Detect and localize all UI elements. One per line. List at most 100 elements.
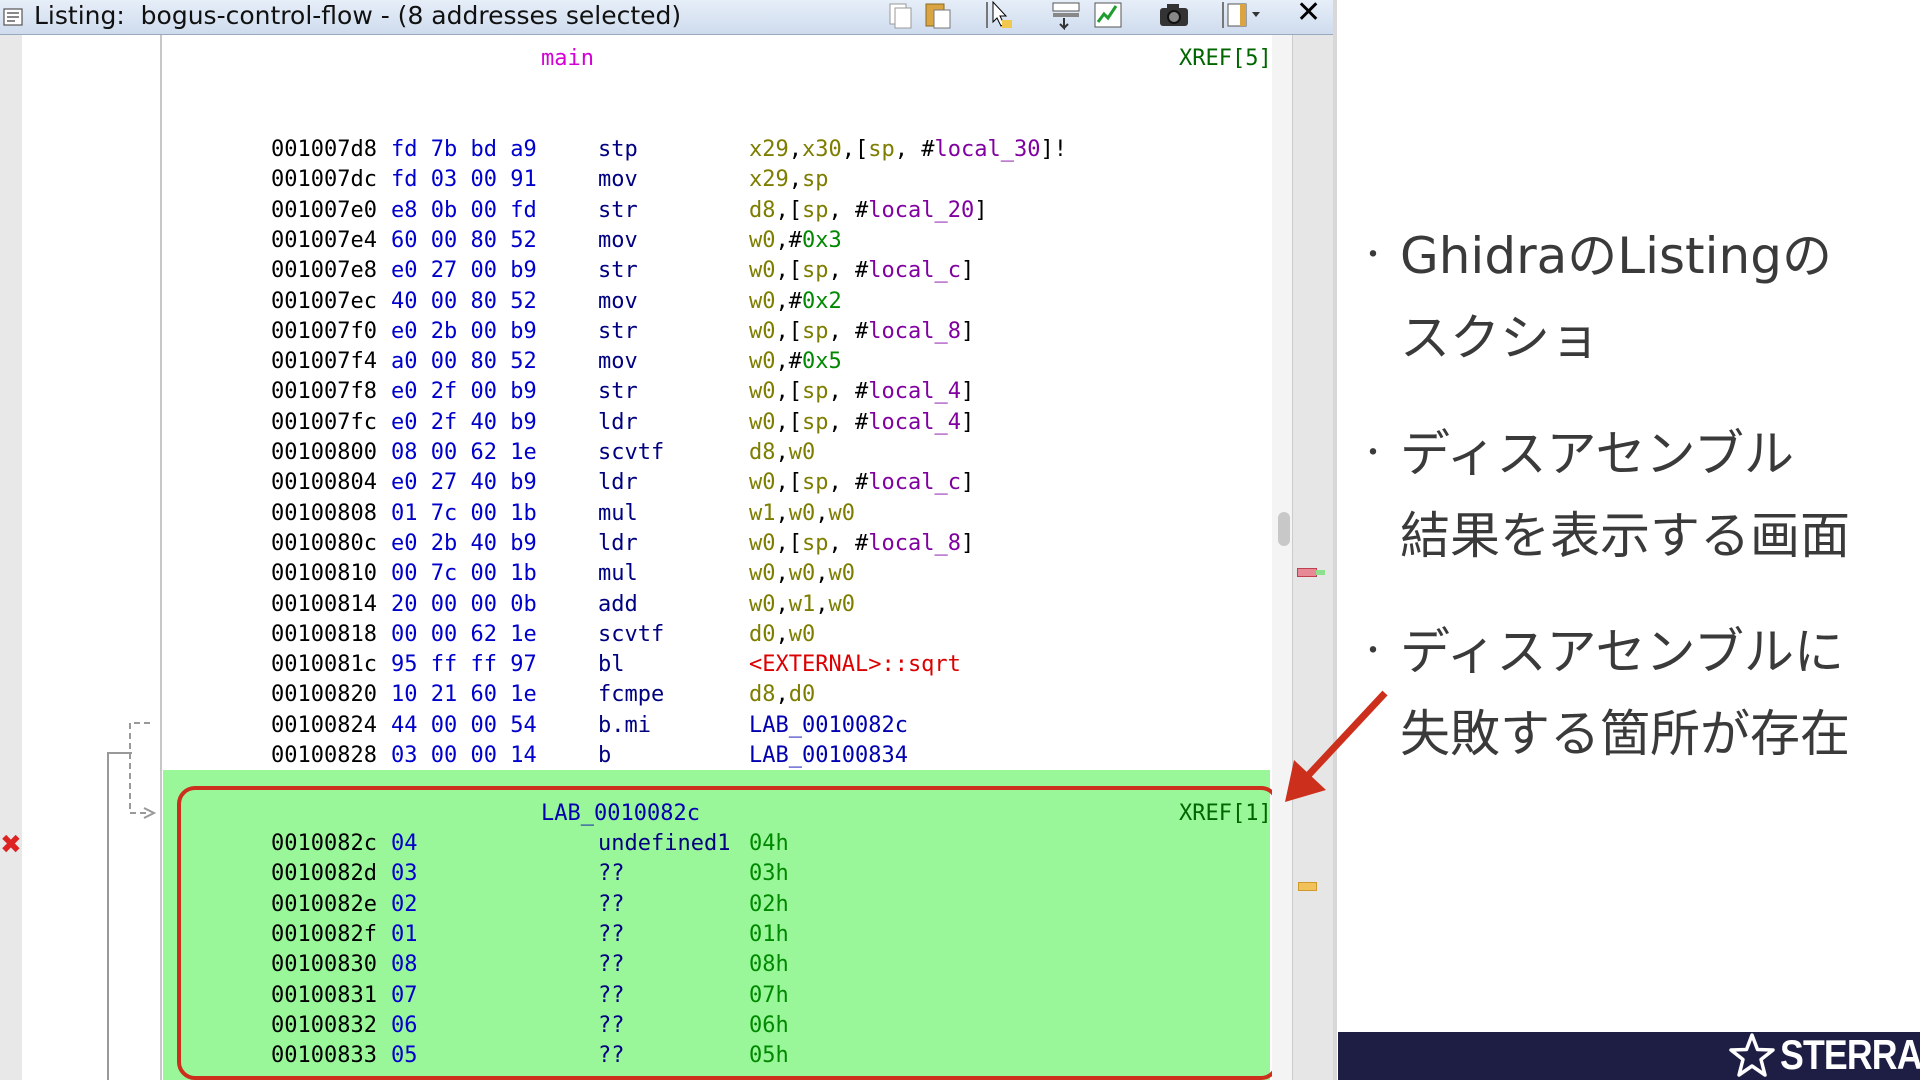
- row-bytes[interactable]: e8 0b 00 fd: [391, 196, 537, 226]
- row-mnemonic[interactable]: mov: [598, 347, 638, 377]
- row-mnemonic[interactable]: bl: [598, 650, 625, 680]
- row-bytes[interactable]: 60 00 80 52: [391, 226, 537, 256]
- diff-check-icon[interactable]: [1092, 0, 1126, 30]
- row-bytes[interactable]: 08: [391, 950, 418, 980]
- row-mnemonic[interactable]: str: [598, 196, 638, 226]
- row-address[interactable]: 001007e4: [271, 226, 377, 256]
- row-mnemonic[interactable]: ??: [598, 950, 625, 980]
- view-options-menu-icon[interactable]: [1222, 0, 1270, 30]
- row-operands[interactable]: w0,#0x3: [749, 226, 842, 256]
- row-operands[interactable]: w0,#0x5: [749, 347, 842, 377]
- row-operands[interactable]: LAB_00100834: [749, 741, 908, 771]
- row-bytes[interactable]: 44 00 00 54: [391, 711, 537, 741]
- row-address[interactable]: 0010082d: [271, 859, 377, 889]
- row-operands[interactable]: w0,[sp, #local_4]: [749, 377, 974, 407]
- row-operands[interactable]: w0,[sp, #local_c]: [749, 468, 974, 498]
- row-bytes[interactable]: 08 00 62 1e: [391, 438, 537, 468]
- row-mnemonic[interactable]: mul: [598, 559, 638, 589]
- row-operands[interactable]: d8,[sp, #local_20]: [749, 196, 987, 226]
- row-mnemonic[interactable]: ??: [598, 859, 625, 889]
- row-address[interactable]: 0010081c: [271, 650, 377, 680]
- camera-icon[interactable]: [1157, 0, 1191, 30]
- row-bytes[interactable]: e0 27 00 b9: [391, 256, 537, 286]
- row-operands[interactable]: w0,[sp, #local_c]: [749, 256, 974, 286]
- row-operands[interactable]: w0,[sp, #local_8]: [749, 317, 974, 347]
- row-mnemonic[interactable]: mov: [598, 165, 638, 195]
- row-mnemonic[interactable]: add: [598, 590, 638, 620]
- row-address[interactable]: 00100800: [271, 438, 377, 468]
- row-bytes[interactable]: e0 2b 00 b9: [391, 317, 537, 347]
- row-mnemonic[interactable]: b.mi: [598, 711, 651, 741]
- row-address[interactable]: 001007e0: [271, 196, 377, 226]
- overview-bar[interactable]: [1292, 35, 1333, 1080]
- row-address[interactable]: 001007e8: [271, 256, 377, 286]
- row-mnemonic[interactable]: ??: [598, 1041, 625, 1071]
- block-xref[interactable]: XREF[1]: [1179, 799, 1272, 829]
- row-bytes[interactable]: fd 03 00 91: [391, 165, 537, 195]
- row-operands[interactable]: 02h: [749, 890, 789, 920]
- row-mnemonic[interactable]: mov: [598, 287, 638, 317]
- row-address[interactable]: 00100818: [271, 620, 377, 650]
- row-address[interactable]: 00100808: [271, 499, 377, 529]
- row-operands[interactable]: w0,#0x2: [749, 287, 842, 317]
- row-operands[interactable]: 03h: [749, 859, 789, 889]
- row-address[interactable]: 00100833: [271, 1041, 377, 1071]
- row-bytes[interactable]: 06: [391, 1011, 418, 1041]
- block-label[interactable]: LAB_0010082c: [541, 799, 700, 829]
- row-operands[interactable]: 01h: [749, 920, 789, 950]
- row-bytes[interactable]: 07: [391, 981, 418, 1011]
- row-bytes[interactable]: e0 2f 40 b9: [391, 408, 537, 438]
- row-address[interactable]: 001007d8: [271, 135, 377, 165]
- row-mnemonic[interactable]: stp: [598, 135, 638, 165]
- row-bytes[interactable]: 20 00 00 0b: [391, 590, 537, 620]
- row-mnemonic[interactable]: ??: [598, 920, 625, 950]
- overview-marker-cursor[interactable]: [1316, 570, 1325, 575]
- row-bytes[interactable]: 95 ff ff 97: [391, 650, 537, 680]
- row-operands[interactable]: w1,w0,w0: [749, 499, 855, 529]
- row-bytes[interactable]: e0 2f 00 b9: [391, 377, 537, 407]
- row-address[interactable]: 0010082c: [271, 829, 377, 859]
- select-cursor-icon[interactable]: [985, 0, 1015, 30]
- row-mnemonic[interactable]: ??: [598, 1011, 625, 1041]
- scrollbar-thumb[interactable]: [1278, 512, 1290, 546]
- row-address[interactable]: 00100828: [271, 741, 377, 771]
- row-mnemonic[interactable]: ??: [598, 890, 625, 920]
- row-operands[interactable]: w0,[sp, #local_8]: [749, 529, 974, 559]
- row-operands[interactable]: 06h: [749, 1011, 789, 1041]
- row-address[interactable]: 00100831: [271, 981, 377, 1011]
- row-operands[interactable]: 05h: [749, 1041, 789, 1071]
- row-bytes[interactable]: 03 00 00 14: [391, 741, 537, 771]
- row-address[interactable]: 00100814: [271, 590, 377, 620]
- row-mnemonic[interactable]: scvtf: [598, 620, 664, 650]
- row-operands[interactable]: 04h: [749, 829, 789, 859]
- function-label[interactable]: main: [541, 44, 594, 74]
- row-address[interactable]: 00100820: [271, 680, 377, 710]
- row-mnemonic[interactable]: ldr: [598, 529, 638, 559]
- row-address[interactable]: 001007fc: [271, 408, 377, 438]
- vertical-scrollbar[interactable]: [1272, 35, 1292, 1080]
- row-address[interactable]: 001007f4: [271, 347, 377, 377]
- row-bytes[interactable]: fd 7b bd a9: [391, 135, 537, 165]
- row-mnemonic[interactable]: fcmpe: [598, 680, 664, 710]
- paste-icon[interactable]: [922, 0, 954, 30]
- row-operands[interactable]: x29,sp: [749, 165, 829, 195]
- row-operands[interactable]: 08h: [749, 950, 789, 980]
- row-address[interactable]: 001007f0: [271, 317, 377, 347]
- row-operands[interactable]: d8,w0: [749, 438, 815, 468]
- row-mnemonic[interactable]: mov: [598, 226, 638, 256]
- row-address[interactable]: 0010080c: [271, 529, 377, 559]
- row-address[interactable]: 00100804: [271, 468, 377, 498]
- row-mnemonic[interactable]: mul: [598, 499, 638, 529]
- row-operands[interactable]: LAB_0010082c: [749, 711, 908, 741]
- row-mnemonic[interactable]: str: [598, 317, 638, 347]
- overview-marker-bookmark[interactable]: [1298, 882, 1317, 891]
- row-bytes[interactable]: 05: [391, 1041, 418, 1071]
- row-mnemonic[interactable]: str: [598, 377, 638, 407]
- row-address[interactable]: 00100824: [271, 711, 377, 741]
- row-address[interactable]: 00100810: [271, 559, 377, 589]
- row-bytes[interactable]: 01 7c 00 1b: [391, 499, 537, 529]
- row-bytes[interactable]: 40 00 80 52: [391, 287, 537, 317]
- row-operands[interactable]: <EXTERNAL>::sqrt: [749, 650, 961, 680]
- row-bytes[interactable]: e0 27 40 b9: [391, 468, 537, 498]
- row-bytes[interactable]: 02: [391, 890, 418, 920]
